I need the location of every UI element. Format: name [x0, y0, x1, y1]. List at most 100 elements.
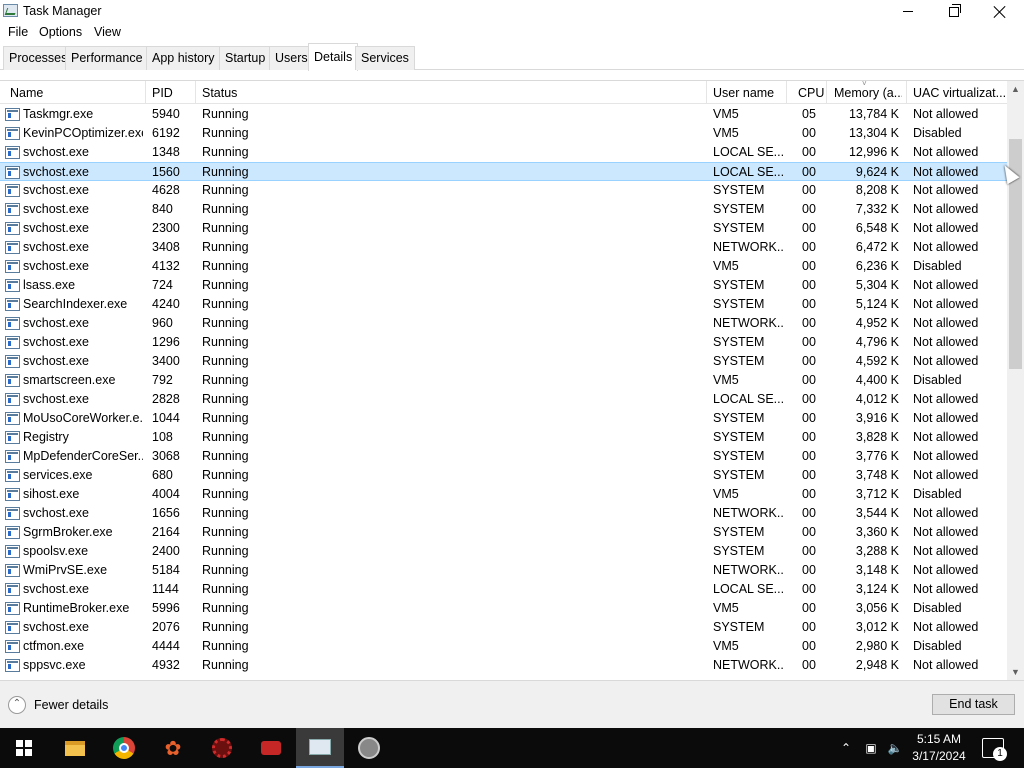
- taskbar-camera-app[interactable]: [247, 728, 295, 768]
- tab-performance[interactable]: Performance: [65, 46, 149, 70]
- taskbar-chrome[interactable]: [100, 728, 148, 768]
- tab-startup[interactable]: Startup: [219, 46, 272, 70]
- process-status: Running: [202, 525, 249, 539]
- taskbar-clock[interactable]: 5:15 AM 3/17/2024: [905, 731, 973, 765]
- table-row[interactable]: MoUsoCoreWorker.e... 1044 Running SYSTEM 00 3…: [0, 409, 1007, 428]
- process-uac: Not allowed: [913, 525, 979, 539]
- table-row[interactable]: svchost.exe 2828 Running LOCAL SE... 00 4,012…: [0, 390, 1007, 409]
- menu-options[interactable]: Options: [39, 25, 82, 39]
- taskbar-file-explorer[interactable]: [51, 728, 99, 768]
- process-memory: 6,236 K: [855, 259, 899, 273]
- process-user-name: NETWORK...: [713, 563, 783, 577]
- process-user-name: SYSTEM: [713, 468, 765, 482]
- process-name: MpDefenderCoreSer...: [23, 449, 143, 463]
- menu-file[interactable]: File: [8, 25, 28, 39]
- taskbar-task-manager[interactable]: [296, 728, 344, 768]
- column-divider[interactable]: [906, 81, 907, 104]
- process-status: Running: [202, 506, 249, 520]
- show-hidden-icons-button[interactable]: ⌃: [838, 728, 854, 768]
- start-button[interactable]: [0, 728, 48, 768]
- tab-services[interactable]: Services: [355, 46, 415, 70]
- folder-icon: [65, 740, 85, 756]
- table-row[interactable]: services.exe 680 Running SYSTEM 00 3,748 K Not…: [0, 466, 1007, 485]
- table-row[interactable]: svchost.exe 2300 Running SYSTEM 00 6,548 K Not…: [0, 219, 1007, 238]
- table-row[interactable]: SgrmBroker.exe 2164 Running SYSTEM 00 3,360 K…: [0, 523, 1007, 542]
- table-row[interactable]: spoolsv.exe 2400 Running SYSTEM 00 3,288 K Not…: [0, 542, 1007, 561]
- table-row[interactable]: sihost.exe 4004 Running VM5 00 3,712 K Disable…: [0, 485, 1007, 504]
- column-user-name[interactable]: User name: [713, 86, 774, 100]
- menu-view[interactable]: View: [94, 25, 121, 39]
- column-divider[interactable]: [826, 81, 827, 104]
- tab-users[interactable]: Users: [269, 46, 314, 70]
- process-cpu: 00: [802, 373, 816, 387]
- column-memory[interactable]: Memory (a...: [834, 86, 902, 100]
- tab-processes[interactable]: Processes: [3, 46, 74, 70]
- table-row[interactable]: Taskmgr.exe 5940 Running VM5 05 13,784 K Not a…: [0, 105, 1007, 124]
- process-name: svchost.exe: [23, 221, 90, 235]
- window-icon: [5, 260, 20, 273]
- column-divider[interactable]: [145, 81, 146, 104]
- process-user-name: LOCAL SE...: [713, 165, 783, 179]
- table-row[interactable]: svchost.exe 3400 Running SYSTEM 00 4,592 K Not…: [0, 352, 1007, 371]
- network-tray[interactable]: ▣: [862, 728, 880, 768]
- close-button[interactable]: [977, 0, 1023, 23]
- taskbar-red-gear-app[interactable]: [198, 728, 246, 768]
- column-cpu[interactable]: CPU: [798, 86, 824, 100]
- process-status: Running: [202, 316, 249, 330]
- restore-icon: [949, 3, 961, 17]
- table-row[interactable]: svchost.exe 1144 Running LOCAL SE... 00 3,124…: [0, 580, 1007, 599]
- column-name[interactable]: Name: [10, 86, 43, 100]
- table-row[interactable]: smartscreen.exe 792 Running VM5 00 4,400 K Dis…: [0, 371, 1007, 390]
- table-row[interactable]: RuntimeBroker.exe 5996 Running VM5 00 3,056 K…: [0, 599, 1007, 618]
- clock-date: 3/17/2024: [912, 749, 966, 763]
- table-row[interactable]: svchost.exe 1656 Running NETWORK... 00 3,544 …: [0, 504, 1007, 523]
- table-row[interactable]: SearchIndexer.exe 4240 Running SYSTEM 00 5,12…: [0, 295, 1007, 314]
- table-row[interactable]: svchost.exe 4628 Running SYSTEM 00 8,208 K Not…: [0, 181, 1007, 200]
- process-uac: Not allowed: [913, 278, 979, 292]
- table-row[interactable]: svchost.exe 1348 Running LOCAL SE... 00 12,99…: [0, 143, 1007, 162]
- table-row[interactable]: KevinPCOptimizer.exe 6192 Running VM5 00 13,3…: [0, 124, 1007, 143]
- restore-button[interactable]: [931, 0, 977, 23]
- minimize-button[interactable]: [885, 0, 931, 23]
- table-row[interactable]: WmiPrvSE.exe 5184 Running NETWORK... 00 3,148…: [0, 561, 1007, 580]
- table-row[interactable]: MpDefenderCoreSer... 3068 Running SYSTEM 00 3…: [0, 447, 1007, 466]
- scroll-up-icon[interactable]: ▲: [1007, 81, 1024, 98]
- column-divider[interactable]: [195, 81, 196, 104]
- process-user-name: LOCAL SE...: [713, 582, 783, 596]
- volume-tray[interactable]: 🔈: [886, 728, 904, 768]
- end-task-button[interactable]: End task: [932, 694, 1015, 715]
- process-user-name: SYSTEM: [713, 525, 765, 539]
- table-row[interactable]: svchost.exe 960 Running NETWORK... 00 4,952 K…: [0, 314, 1007, 333]
- table-row[interactable]: svchost.exe 3408 Running NETWORK... 00 6,472 …: [0, 238, 1007, 257]
- column-uac-virtualization[interactable]: UAC virtualizat...: [913, 86, 1005, 100]
- process-user-name: VM5: [713, 126, 739, 140]
- taskbar-optimizer[interactable]: [345, 728, 393, 768]
- process-uac: Not allowed: [913, 449, 979, 463]
- table-row[interactable]: svchost.exe 840 Running SYSTEM 00 7,332 K Not …: [0, 200, 1007, 219]
- table-row[interactable]: Registry 108 Running SYSTEM 00 3,828 K Not all…: [0, 428, 1007, 447]
- process-cpu: 00: [802, 449, 816, 463]
- chevron-up-icon[interactable]: ⌃: [8, 696, 26, 714]
- table-row[interactable]: ctfmon.exe 4444 Running VM5 00 2,980 K Disable…: [0, 637, 1007, 656]
- process-status: Running: [202, 183, 249, 197]
- table-row[interactable]: svchost.exe 1296 Running SYSTEM 00 4,796 K Not…: [0, 333, 1007, 352]
- tab-details[interactable]: Details: [308, 43, 359, 71]
- title-bar: Task Manager: [0, 0, 1024, 23]
- column-divider[interactable]: [786, 81, 787, 104]
- scroll-down-icon[interactable]: ▼: [1007, 664, 1024, 681]
- process-uac: Not allowed: [913, 620, 979, 634]
- table-row[interactable]: svchost.exe 4132 Running VM5 00 6,236 K Disabl…: [0, 257, 1007, 276]
- process-pid: 4240: [152, 297, 180, 311]
- process-uac: Not allowed: [913, 544, 979, 558]
- column-pid[interactable]: PID: [152, 86, 173, 100]
- fewer-details-link[interactable]: Fewer details: [34, 698, 108, 712]
- table-row[interactable]: lsass.exe 724 Running SYSTEM 00 5,304 K Not al…: [0, 276, 1007, 295]
- table-row[interactable]: svchost.exe 2076 Running SYSTEM 00 3,012 K Not…: [0, 618, 1007, 637]
- column-status[interactable]: Status: [202, 86, 237, 100]
- column-divider[interactable]: [706, 81, 707, 104]
- tab-app-history[interactable]: App history: [146, 46, 221, 70]
- process-pid: 4444: [152, 639, 180, 653]
- taskbar-butterfly-app[interactable]: ✿: [149, 728, 197, 768]
- table-row[interactable]: svchost.exe 1560 Running LOCAL SE... 00 9,624…: [0, 162, 1007, 181]
- table-row[interactable]: sppsvc.exe 4932 Running NETWORK... 00 2,948 K…: [0, 656, 1007, 675]
